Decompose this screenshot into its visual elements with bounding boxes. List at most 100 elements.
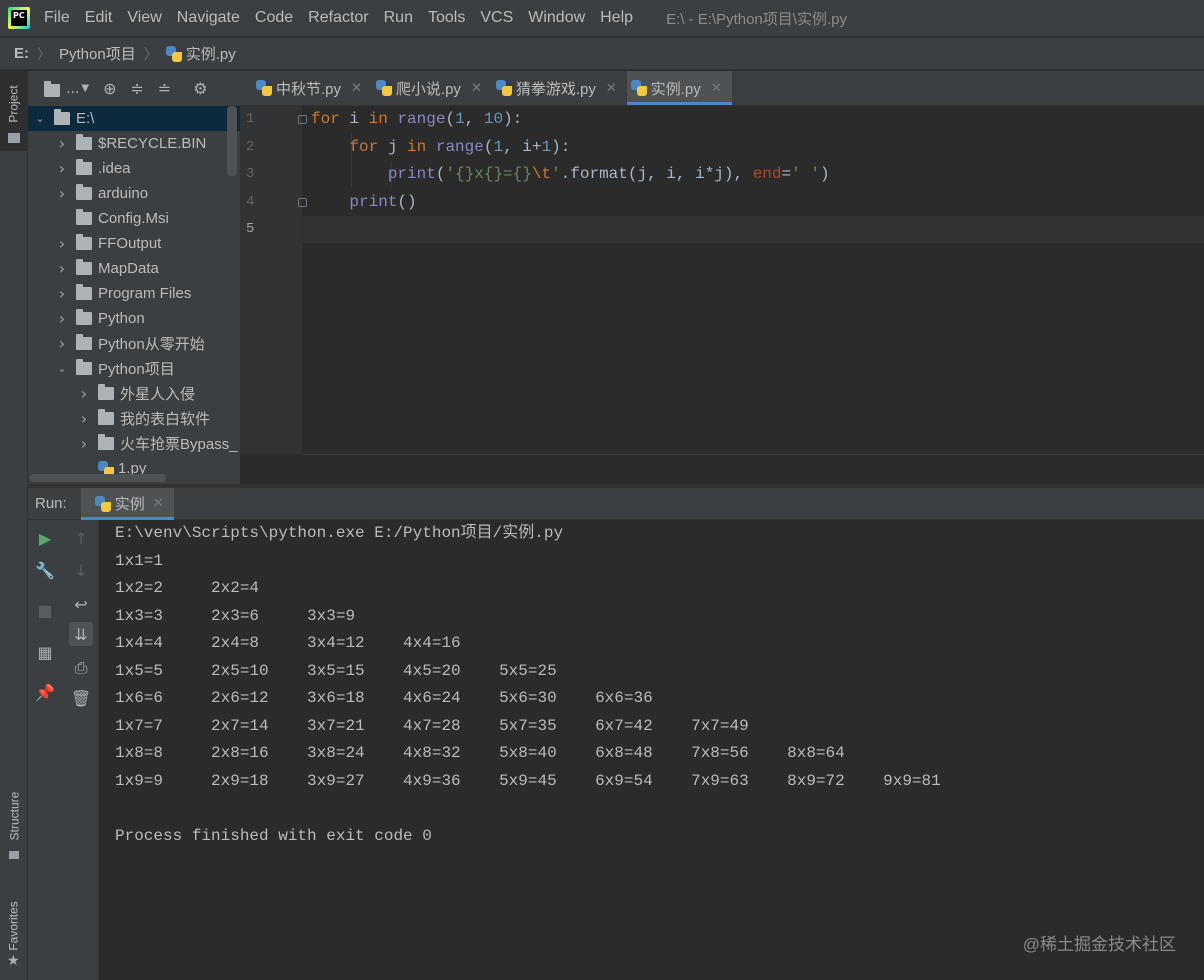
tree-item[interactable]: › FFOutput [28, 231, 240, 256]
project-tree: ⌄ E:\ › $RECYCLE.BIN › .idea › arduino Config.… [28, 106, 240, 484]
chevron-right-icon[interactable]: › [56, 234, 68, 253]
scroll-to-end-icon[interactable]: ⇊ [69, 622, 93, 646]
chevron-right-icon[interactable]: › [78, 384, 90, 403]
tree-item[interactable]: › 我的表白软件 [28, 406, 240, 431]
menu-refactor[interactable]: Refactor [308, 9, 368, 27]
arrow-up-icon[interactable]: ↑ [69, 526, 93, 550]
locate-target-icon[interactable]: ⊕ [103, 79, 116, 98]
folder-icon [76, 234, 92, 250]
pin-icon[interactable]: 📌 [33, 680, 57, 704]
menu-view[interactable]: View [127, 9, 161, 27]
chevron-right-icon[interactable]: › [56, 159, 68, 178]
tree-item[interactable]: › .idea [28, 156, 240, 181]
structure-tool-tab[interactable]: Structure [0, 771, 28, 861]
run-toolbar-primary: ▶ 🔧 ■ ▦ 📌 [28, 520, 62, 980]
code-line-2[interactable]: for j in range(1, i+1): [311, 134, 570, 161]
editor-tab[interactable]: 中秋节.py ✕ [252, 71, 372, 105]
breadcrumb-file[interactable]: 实例.py [186, 43, 236, 64]
project-tool-tab[interactable]: Project [0, 71, 28, 151]
code-line-3[interactable]: print('{}x{}={}\t'.format(j, i, i*j), en… [311, 161, 830, 188]
folder-icon [76, 134, 92, 150]
menu-navigate[interactable]: Navigate [177, 9, 240, 27]
menu-tools[interactable]: Tools [428, 9, 465, 27]
breadcrumb-project-folder[interactable]: Python项目 [59, 43, 136, 64]
rerun-icon[interactable]: ▶ [33, 526, 57, 550]
chevron-right-icon[interactable]: › [78, 434, 90, 453]
pycharm-logo-icon[interactable]: PC [8, 7, 30, 29]
close-icon[interactable]: ✕ [711, 81, 722, 96]
chevron-down-icon[interactable]: ⌄ [34, 112, 46, 125]
tree-item-label: 火车抢票Bypass_ [120, 436, 238, 453]
layout-icon[interactable]: ▦ [33, 640, 57, 664]
tree-item[interactable]: › Python从零开始 [28, 331, 240, 356]
menu-edit[interactable]: Edit [85, 9, 113, 27]
tree-item[interactable]: › MapData [28, 256, 240, 281]
chevron-right-icon[interactable]: › [56, 309, 68, 328]
print-icon[interactable]: ⎙ [69, 656, 93, 680]
tree-item[interactable]: › Python [28, 306, 240, 331]
console-line: 1x8=8 2x8=16 3x8=24 4x8=32 5x8=40 6x8=48… [115, 744, 884, 762]
folder-icon [54, 109, 70, 125]
dropdown-arrow-icon[interactable]: ▼ [81, 83, 89, 94]
folder-icon [98, 409, 114, 425]
tree-item[interactable]: ⌄ Python项目 [28, 356, 240, 381]
code-line-1[interactable]: for i in range(1, 10): [311, 106, 522, 133]
menu-file[interactable]: File [44, 9, 70, 27]
chevron-right-icon[interactable]: › [56, 184, 68, 203]
menu-code[interactable]: Code [255, 9, 293, 27]
chevron-right-icon[interactable]: › [56, 334, 68, 353]
tree-item-label: Python [98, 310, 145, 327]
soft-wrap-icon[interactable]: ↩ [69, 592, 93, 616]
trash-icon[interactable]: 🗑 [69, 686, 93, 710]
stop-icon[interactable]: ■ [33, 598, 57, 622]
menu-vcs[interactable]: VCS [480, 9, 513, 27]
folder-icon [76, 284, 92, 300]
chevron-right-icon[interactable]: › [56, 134, 68, 153]
fold-marker-icon[interactable] [298, 115, 307, 124]
tree-item[interactable]: › $RECYCLE.BIN [28, 131, 240, 156]
code-line-4[interactable]: print() [311, 189, 416, 216]
run-label: Run: [35, 495, 67, 512]
tree-horizontal-scrollbar[interactable] [30, 474, 166, 482]
chevron-right-icon[interactable]: › [56, 259, 68, 278]
tree-item[interactable]: › arduino [28, 181, 240, 206]
tree-root[interactable]: ⌄ E:\ [28, 106, 240, 131]
chevron-down-icon[interactable]: ⌄ [56, 362, 68, 375]
editor-tab[interactable]: 爬小说.py ✕ [372, 71, 492, 105]
chevron-right-icon[interactable]: › [56, 284, 68, 303]
editor-gutter[interactable]: 1 2 3 4 5 [240, 106, 307, 454]
run-console-output[interactable]: E:\venv\Scripts\python.exe E:/Python项目/实… [100, 520, 1204, 980]
favorites-tool-tab[interactable]: Favorites ★ [0, 881, 28, 971]
tree-item[interactable]: › 外星人入侵 [28, 381, 240, 406]
editor-tab[interactable]: 猜拳游戏.py ✕ [492, 71, 627, 105]
tree-item[interactable]: Config.Msi [28, 206, 240, 231]
tree-item[interactable]: › Program Files [28, 281, 240, 306]
editor-tab-active[interactable]: 实例.py ✕ [626, 71, 732, 105]
python-file-icon [495, 80, 512, 96]
expand-all-icon[interactable]: ≑ [130, 79, 143, 98]
breadcrumb: E: 〉 Python项目 〉 实例.py [0, 37, 1204, 70]
project-view-selector[interactable]: ... [66, 81, 79, 97]
menu-run[interactable]: Run [384, 9, 413, 27]
collapse-all-icon[interactable]: ≐ [158, 79, 171, 98]
close-icon[interactable]: ✕ [153, 496, 164, 511]
menu-window[interactable]: Window [528, 9, 585, 27]
close-icon[interactable]: ✕ [606, 81, 617, 96]
fold-marker-icon[interactable] [298, 198, 307, 207]
close-icon[interactable]: ✕ [351, 81, 362, 96]
tree-item-label: 我的表白软件 [120, 411, 211, 428]
menu-help[interactable]: Help [600, 9, 633, 27]
run-tab[interactable]: 实例 ✕ [80, 487, 174, 520]
tree-vertical-scrollbar[interactable] [227, 106, 237, 176]
code-editor[interactable]: 1 2 3 4 5 for i in range(1, 10): for j i… [240, 106, 1204, 484]
close-icon[interactable]: ✕ [471, 81, 482, 96]
arrow-down-icon[interactable]: ↓ [69, 558, 93, 582]
gear-icon[interactable]: ⚙ [193, 79, 207, 98]
tree-item-label: Program Files [98, 285, 192, 302]
breadcrumb-drive[interactable]: E: [14, 45, 29, 62]
tree-item[interactable]: › 火车抢票Bypass_ [28, 431, 240, 456]
chevron-right-icon[interactable]: › [78, 409, 90, 428]
python-file-icon [165, 45, 182, 62]
wrench-icon[interactable]: 🔧 [33, 558, 57, 582]
console-line: 1x9=9 2x9=18 3x9=27 4x9=36 5x9=45 6x9=54… [115, 772, 980, 790]
